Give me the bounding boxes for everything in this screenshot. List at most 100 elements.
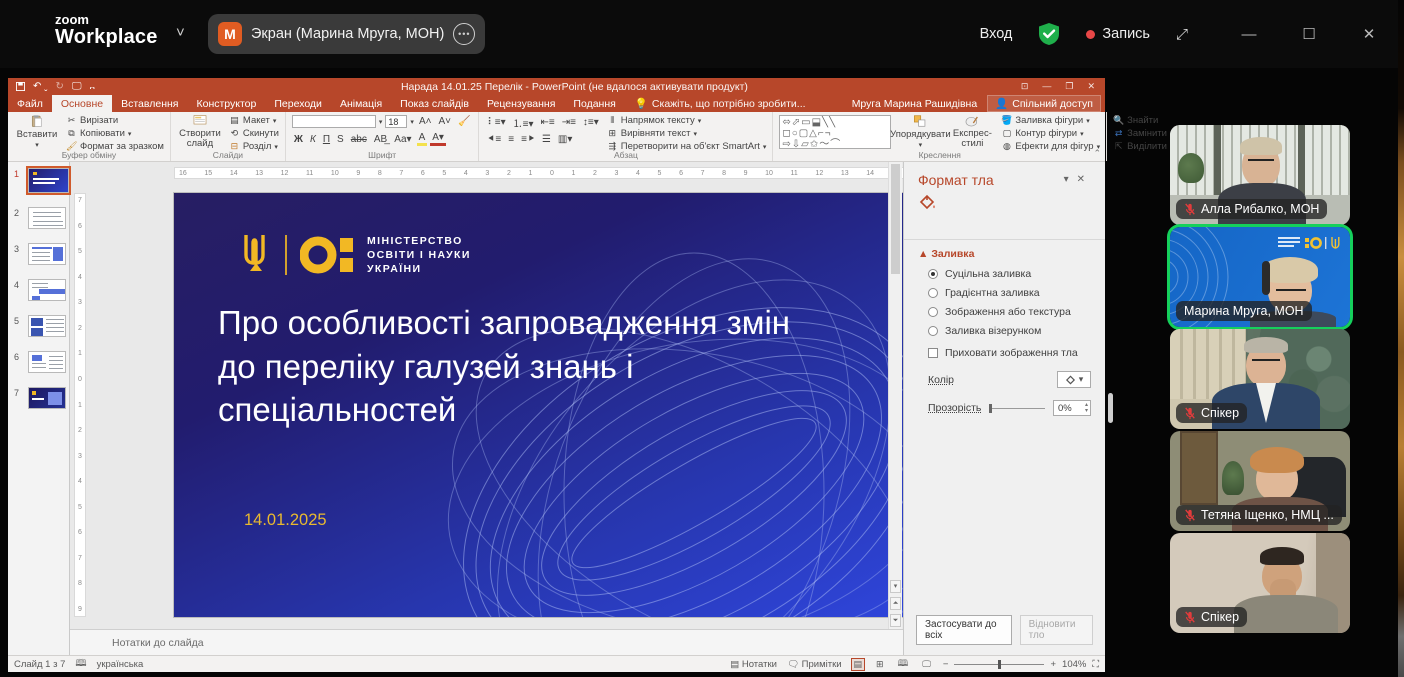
zoom-slider[interactable] (954, 664, 1044, 665)
start-slideshow-icon[interactable]: 🖵 (72, 81, 82, 92)
increase-font-icon[interactable]: А˄ (417, 116, 434, 127)
tab-slideshow[interactable]: Показ слайдів (391, 95, 478, 112)
justify-icon[interactable]: ☰ (540, 134, 553, 145)
increase-indent-icon[interactable]: ⇥≡ (560, 117, 578, 128)
reset-button[interactable]: ⟲Скинути (229, 128, 279, 139)
minimize-button[interactable]: — (1232, 26, 1266, 43)
ribbon-display-options-icon[interactable]: ⊡ (1021, 81, 1029, 92)
change-case-icon[interactable]: Аа▾ (392, 134, 413, 145)
participant-tile[interactable]: Спікер (1170, 533, 1350, 633)
zoom-slider-knob[interactable] (998, 660, 1001, 669)
reading-view-icon[interactable]: 🕮 (896, 656, 911, 672)
font-name-input[interactable] (292, 115, 376, 128)
gradient-fill-radio[interactable]: Градієнтна заливка (928, 287, 1091, 299)
undo-icon[interactable]: ↶ ˬ (33, 81, 48, 92)
slideshow-view-icon[interactable]: 🖵 (920, 659, 933, 670)
clear-formatting-icon[interactable]: 🧹 (456, 116, 472, 127)
normal-view-icon[interactable]: ▤ (852, 659, 865, 670)
participants-panel-handle[interactable] (1108, 393, 1113, 423)
comments-toggle[interactable]: 🗨 Примітки (787, 659, 842, 670)
decrease-indent-icon[interactable]: ⇤≡ (538, 117, 556, 128)
spellcheck-icon[interactable]: 🕮 (75, 656, 86, 672)
previous-slide-icon[interactable]: ⏶ (890, 597, 901, 610)
participant-tile[interactable]: Спікер (1170, 329, 1350, 429)
scrollbar-thumb[interactable] (891, 164, 900, 274)
tab-view[interactable]: Подання (564, 95, 624, 112)
transparency-value-spinner[interactable]: 0% ▴▾ (1053, 400, 1091, 416)
ppt-minimize-button[interactable]: — (1042, 81, 1051, 92)
security-shield-icon[interactable] (1038, 22, 1060, 46)
shared-screen-tab[interactable]: M Экран (Марина Мруга, МОН) ••• (208, 14, 485, 54)
notes-toggle[interactable]: ▤ Нотатки (730, 659, 777, 670)
ppt-restore-button[interactable]: ❐ (1065, 81, 1073, 92)
quick-styles-button[interactable]: Експрес-стилі (949, 115, 995, 149)
sign-in-button[interactable]: Вход (980, 26, 1013, 42)
font-color-icon[interactable]: А▾ (430, 132, 446, 146)
zoom-in-icon[interactable]: + (1050, 659, 1056, 670)
bullets-icon[interactable]: ⠇≡▾ (485, 117, 507, 128)
paint-bucket-icon[interactable] (918, 194, 936, 210)
panel-chevron-icon[interactable]: ▾ (1064, 174, 1077, 185)
slide-thumbnail[interactable]: 4 (14, 279, 69, 301)
shape-outline-button[interactable]: ▢Контур фігури ▾ (1001, 128, 1100, 139)
slide-sorter-view-icon[interactable]: ⊞ (874, 659, 886, 670)
slide-thumbnail[interactable]: 6 (14, 351, 69, 373)
tab-home[interactable]: Основне (52, 95, 112, 112)
pattern-fill-radio[interactable]: Заливка візерунком (928, 325, 1091, 337)
tab-insert[interactable]: Вставлення (112, 95, 187, 112)
copy-button[interactable]: ⧉Копіювати ▾ (66, 128, 164, 139)
slide-thumbnail-panel[interactable]: 1234567 (8, 162, 70, 655)
align-left-icon[interactable]: ⯇≡ (485, 134, 503, 145)
spinner-arrows-icon[interactable]: ▴▾ (1085, 402, 1090, 414)
apply-to-all-button[interactable]: Застосувати до всіх (916, 615, 1012, 645)
tab-review[interactable]: Рецензування (478, 95, 564, 112)
columns-icon[interactable]: ▥▾ (556, 134, 574, 145)
close-button[interactable]: ✕ (1352, 25, 1386, 43)
fit-to-window-icon[interactable]: ⛶ (1092, 659, 1099, 670)
align-text-button[interactable]: ⊞Вирівняти текст ▾ (607, 128, 767, 139)
replace-button[interactable]: ⇄Замінити ▾ (1113, 128, 1173, 139)
recording-indicator[interactable]: Запись (1086, 26, 1150, 42)
maximize-button[interactable]: ☐ (1292, 25, 1326, 43)
customize-qat-icon[interactable]: ᎔ (90, 80, 95, 93)
scroll-down-icon[interactable]: ▾ (890, 580, 901, 593)
panel-close-icon[interactable]: ✕ (1077, 174, 1093, 185)
notes-pane[interactable]: Нотатки до слайда (70, 629, 903, 655)
font-size-input[interactable]: 18 (385, 115, 407, 128)
align-center-icon[interactable]: ≡ (506, 134, 516, 145)
numbering-icon[interactable]: ⒈≡▾ (511, 115, 536, 130)
paste-button[interactable]: Вставити▾ (14, 115, 60, 149)
shapes-gallery[interactable]: ⬄⬀▭⬓╲╲◻○▢△⌐¬⇨⇩▱✩〜⌒ (779, 115, 891, 149)
slide-title-text[interactable]: Про особливості запровадження змін до пе… (218, 301, 818, 432)
chevron-down-icon[interactable]: ˅ (176, 24, 185, 41)
slide-thumbnail[interactable]: 3 (14, 243, 69, 265)
slider-knob[interactable] (989, 404, 992, 413)
zoom-percentage[interactable]: 104% (1062, 659, 1086, 670)
select-button[interactable]: ⇱Виділити ▾ (1113, 141, 1173, 152)
reset-background-button[interactable]: Відновити тло (1020, 615, 1093, 645)
solid-fill-radio[interactable]: Суцільна заливка (928, 268, 1091, 280)
underline-button[interactable]: П (321, 134, 332, 145)
shape-fill-button[interactable]: 🪣Заливка фігури ▾ (1001, 115, 1100, 126)
participant-tile[interactable]: Тетяна Іщенко, НМЦ ... (1170, 431, 1350, 531)
cut-button[interactable]: ✂Вирізати (66, 115, 164, 126)
tab-file[interactable]: Файл (8, 95, 52, 112)
text-direction-button[interactable]: ⫴Напрямок тексту ▾ (607, 115, 767, 126)
ppt-close-button[interactable]: ✕ (1087, 81, 1095, 92)
shadow-button[interactable]: S (335, 134, 346, 145)
slide-thumbnail[interactable]: 7 (14, 387, 69, 409)
strikethrough-button[interactable]: abc (349, 134, 369, 145)
slide-thumbnail[interactable]: 1 (14, 168, 69, 193)
bold-button[interactable]: Ж (292, 134, 305, 145)
tab-animations[interactable]: Анімація (331, 95, 391, 112)
share-button[interactable]: 👤 Спільний доступ (987, 95, 1101, 112)
fullscreen-expand-icon[interactable]: ⤢ (1176, 26, 1188, 43)
italic-button[interactable]: К (308, 134, 318, 145)
picture-fill-radio[interactable]: Зображення або текстура (928, 306, 1091, 318)
tab-design[interactable]: Конструктор (187, 95, 265, 112)
slide-canvas[interactable]: МІНІСТЕРСТВО ОСВІТИ І НАУКИ УКРАЇНИ Про … (174, 193, 930, 617)
slide-date-text[interactable]: 14.01.2025 (244, 511, 327, 530)
zoom-out-icon[interactable]: − (943, 659, 949, 670)
account-name[interactable]: Мруга Марина Рашидівна (852, 98, 978, 110)
collapse-ribbon-icon[interactable]: ⌃ (1093, 148, 1101, 159)
